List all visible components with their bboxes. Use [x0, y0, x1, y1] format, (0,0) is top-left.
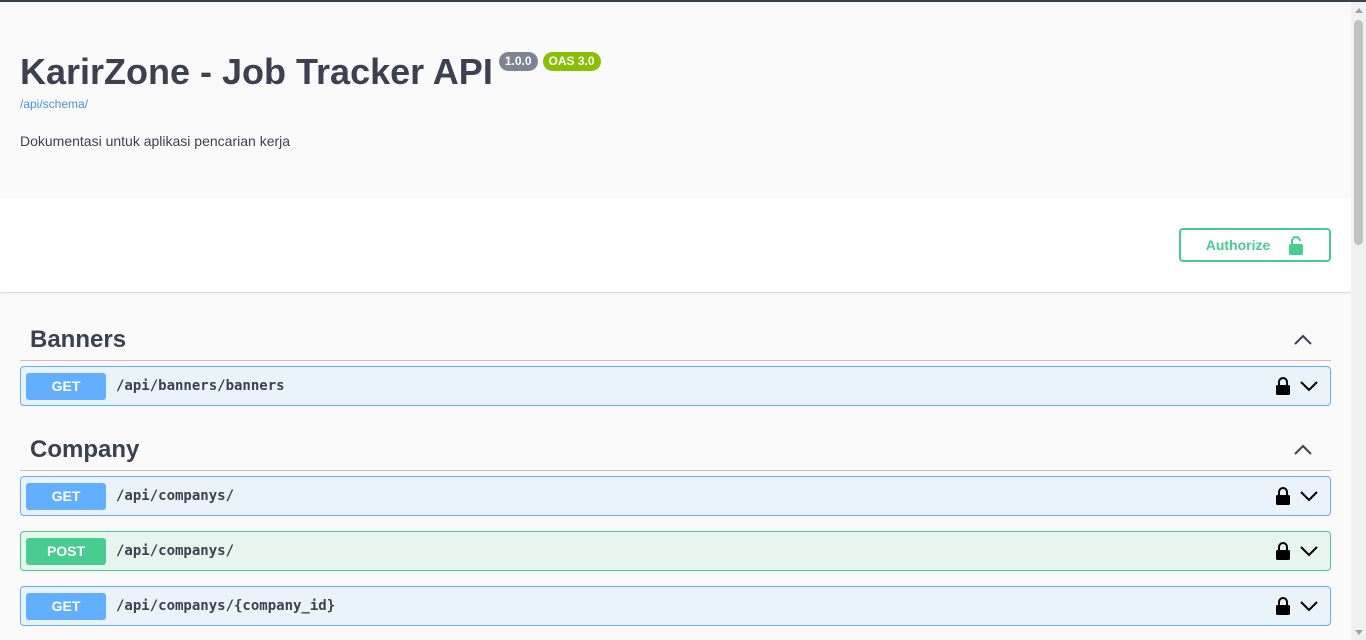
tag-section-banners: Banners GET /api/banners/banners	[20, 320, 1331, 406]
operation-get-banners[interactable]: GET /api/banners/banners	[20, 366, 1331, 406]
swagger-page: KarirZone - Job Tracker API 1.0.0 OAS 3.…	[0, 2, 1351, 640]
method-badge: GET	[26, 592, 106, 620]
operation-path: /api/companys/	[116, 543, 235, 559]
chevron-up-icon[interactable]	[1291, 438, 1315, 462]
tag-title: Company	[30, 436, 140, 463]
tag-section-company: Company GET /api/companys/ POST /api/com…	[20, 430, 1331, 626]
api-title: KarirZone - Job Tracker API	[20, 51, 493, 92]
chevron-down-icon[interactable]	[1300, 377, 1318, 395]
authorize-label: Authorize	[1205, 237, 1271, 253]
lock-icon[interactable]	[1276, 542, 1290, 560]
lock-icon[interactable]	[1276, 487, 1290, 505]
operation-get-companys[interactable]: GET /api/companys/	[20, 476, 1331, 516]
lock-open-icon	[1289, 235, 1304, 255]
schema-link[interactable]: /api/schema/	[20, 97, 88, 111]
method-badge: GET	[26, 372, 106, 400]
version-badge: 1.0.0	[498, 52, 538, 71]
vertical-scrollbar[interactable]	[1351, 2, 1366, 640]
chevron-up-icon[interactable]	[1291, 328, 1315, 352]
operation-icons	[1276, 477, 1318, 515]
operation-icons	[1276, 367, 1318, 405]
tag-header-company[interactable]: Company	[20, 430, 1331, 471]
operation-path: /api/companys/{company_id}	[116, 598, 336, 614]
method-badge: POST	[26, 537, 106, 565]
lock-icon[interactable]	[1276, 377, 1290, 395]
chevron-down-icon[interactable]	[1300, 542, 1318, 560]
oas-badge: OAS 3.0	[542, 52, 601, 71]
operation-post-companys[interactable]: POST /api/companys/	[20, 531, 1331, 571]
tag-title: Banners	[30, 326, 127, 353]
api-info-section: KarirZone - Job Tracker API 1.0.0 OAS 3.…	[0, 2, 1351, 198]
operation-path: /api/companys/	[116, 488, 235, 504]
operation-get-company-by-id[interactable]: GET /api/companys/{company_id}	[20, 586, 1331, 626]
title-row: KarirZone - Job Tracker API 1.0.0 OAS 3.…	[20, 50, 601, 94]
tag-header-banners[interactable]: Banners	[20, 320, 1331, 361]
scrollbar-thumb[interactable]	[1354, 20, 1363, 245]
operation-icons	[1276, 532, 1318, 570]
chevron-down-icon[interactable]	[1300, 487, 1318, 505]
authorize-button[interactable]: Authorize	[1179, 228, 1331, 262]
api-description: Dokumentasi untuk aplikasi pencarian ker…	[20, 133, 291, 149]
scroll-up-arrow-icon[interactable]	[1355, 8, 1363, 13]
operation-path: /api/banners/banners	[116, 378, 285, 394]
method-badge: GET	[26, 482, 106, 510]
scheme-container: Authorize	[0, 198, 1351, 292]
operation-icons	[1276, 587, 1318, 625]
chevron-down-icon[interactable]	[1300, 597, 1318, 615]
lock-icon[interactable]	[1276, 597, 1290, 615]
scroll-down-arrow-icon[interactable]	[1355, 630, 1363, 635]
